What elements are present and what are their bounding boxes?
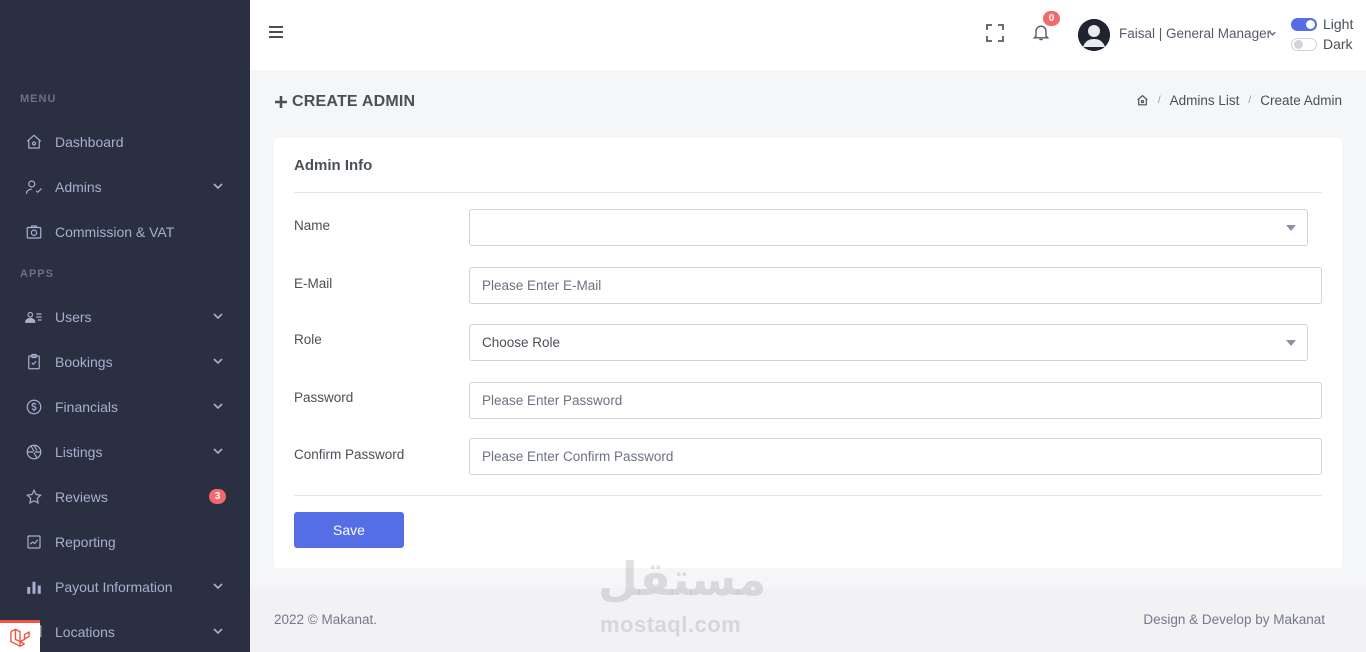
confirm-password-field[interactable]: Please Enter Confirm Password	[469, 438, 1322, 475]
user-list-icon	[24, 307, 44, 327]
sidebar-item-label: Bookings	[55, 354, 113, 370]
divider	[294, 495, 1322, 496]
topbar: 0 Faisal | General Manager Light Dark	[250, 0, 1366, 70]
footer-copyright: 2022 © Makanat.	[274, 612, 378, 627]
user-check-icon	[24, 177, 44, 197]
page-title-text: CREATE ADMIN	[292, 93, 416, 110]
chevron-down-icon	[213, 403, 223, 410]
hamburger-menu-icon[interactable]	[268, 24, 284, 40]
sidebar-item-commission[interactable]: Commission & VAT	[0, 214, 250, 250]
dollar-circle-icon	[24, 397, 44, 417]
dark-mode-toggle[interactable]	[1291, 38, 1317, 51]
sidebar-item-label: Listings	[55, 444, 103, 460]
chevron-down-icon	[213, 313, 223, 320]
home-icon	[24, 132, 44, 152]
user-avatar-icon	[1078, 19, 1110, 51]
role-label: Role	[294, 332, 322, 347]
breadcrumb: / Admins List / Create Admin	[1136, 93, 1342, 108]
sidebar-item-label: Dashboard	[55, 134, 124, 150]
watermark-arabic: مستقل	[598, 552, 767, 606]
caret-down-icon	[1286, 225, 1296, 231]
chevron-down-icon[interactable]	[1268, 29, 1277, 38]
light-mode-toggle[interactable]	[1291, 18, 1317, 31]
name-select[interactable]	[469, 209, 1308, 246]
light-mode-label: Light	[1323, 16, 1354, 32]
sidebar-item-admins[interactable]: Admins	[0, 169, 250, 205]
avatar[interactable]	[1078, 19, 1110, 51]
notification-badge: 0	[1043, 11, 1060, 26]
breadcrumb-admins-list[interactable]: Admins List	[1170, 93, 1240, 108]
breadcrumb-separator: /	[1248, 95, 1252, 106]
star-icon	[24, 487, 44, 507]
save-button[interactable]: Save	[294, 512, 404, 548]
email-field[interactable]: Please Enter E-Mail	[469, 267, 1322, 304]
password-field[interactable]: Please Enter Password	[469, 382, 1322, 419]
sidebar-section-menu: MENU	[20, 93, 57, 105]
fullscreen-icon[interactable]	[986, 24, 1004, 42]
sidebar-item-label: Financials	[55, 399, 119, 415]
sidebar: MENU Dashboard Admins Commission & VAT A…	[0, 0, 250, 652]
sidebar-item-label: Users	[55, 309, 92, 325]
email-label: E-Mail	[294, 276, 333, 291]
role-select-value: Choose Role	[482, 335, 561, 350]
confirm-password-label: Confirm Password	[294, 447, 405, 462]
aperture-icon	[24, 442, 44, 462]
chevron-down-icon	[213, 358, 223, 365]
name-label: Name	[294, 218, 331, 233]
caret-down-icon	[1286, 340, 1296, 346]
sidebar-item-financials[interactable]: Financials	[0, 389, 250, 425]
divider	[294, 192, 1322, 193]
line-chart-icon	[24, 532, 44, 552]
sidebar-item-bookings[interactable]: Bookings	[0, 344, 250, 380]
camera-icon	[24, 222, 44, 242]
reviews-count-badge: 3	[209, 489, 226, 504]
sidebar-item-label: Reviews	[55, 489, 108, 505]
admin-info-card: Admin Info Name E-Mail Please Enter E-Ma…	[274, 138, 1342, 568]
chevron-down-icon	[213, 448, 223, 455]
footer-credit: Design & Develop by Makanat	[1143, 612, 1325, 627]
email-placeholder: Please Enter E-Mail	[482, 278, 602, 293]
laravel-icon	[10, 628, 30, 647]
page-title: CREATE ADMIN	[274, 93, 415, 111]
chevron-down-icon	[213, 183, 223, 190]
sidebar-section-apps: APPS	[20, 268, 54, 280]
plus-icon	[275, 96, 287, 108]
breadcrumb-separator: /	[1157, 95, 1161, 106]
home-icon[interactable]	[1136, 94, 1149, 107]
watermark-latin: mostaql.com	[600, 612, 742, 637]
laravel-logo	[0, 620, 40, 652]
user-name-label[interactable]: Faisal | General Manager	[1119, 26, 1271, 41]
card-title: Admin Info	[294, 157, 373, 174]
sidebar-item-listings[interactable]: Listings	[0, 434, 250, 470]
sidebar-item-reporting[interactable]: Reporting	[0, 524, 250, 560]
sidebar-item-dashboard[interactable]: Dashboard	[0, 124, 250, 160]
toggle-knob	[1306, 20, 1315, 29]
sidebar-item-users[interactable]: Users	[0, 299, 250, 335]
sidebar-item-payout[interactable]: Payout Information	[0, 569, 250, 605]
bar-chart-icon	[24, 577, 44, 597]
breadcrumb-current: Create Admin	[1260, 93, 1342, 108]
clipboard-icon	[24, 352, 44, 372]
sidebar-item-label: Commission & VAT	[55, 224, 175, 240]
footer: 2022 © Makanat. Design & Develop by Maka…	[250, 588, 1366, 652]
password-placeholder: Please Enter Password	[482, 393, 623, 408]
sidebar-item-label: Reporting	[55, 534, 116, 550]
password-label: Password	[294, 390, 354, 405]
sidebar-item-label: Locations	[55, 624, 115, 640]
toggle-knob	[1294, 40, 1303, 49]
role-select[interactable]: Choose Role	[469, 324, 1308, 361]
sidebar-item-label: Admins	[55, 179, 102, 195]
sidebar-item-label: Payout Information	[55, 579, 173, 595]
sidebar-item-reviews[interactable]: Reviews 3	[0, 479, 250, 515]
dark-mode-label: Dark	[1323, 36, 1353, 52]
confirm-password-placeholder: Please Enter Confirm Password	[482, 449, 674, 464]
chevron-down-icon	[213, 628, 223, 635]
chevron-down-icon	[213, 583, 223, 590]
